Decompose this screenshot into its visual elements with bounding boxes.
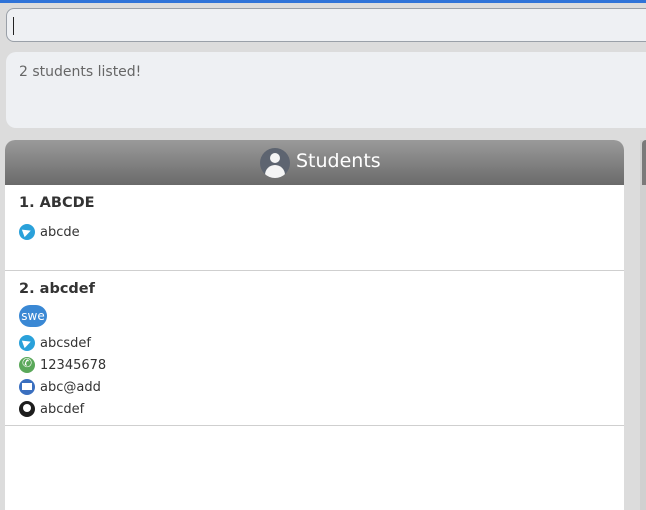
student-index: 2. [19,281,35,297]
github-icon [19,401,35,417]
student-index: 1. [19,195,35,211]
github-username: abcdef [40,401,85,417]
text-caret [13,17,14,35]
window-top-strip [0,0,646,3]
student-list-panel: Students 1. ABCDE abcde 2. abcdef swe ab… [5,140,624,510]
result-message: 2 students listed! [19,64,142,80]
tag-badge: swe [19,305,47,327]
email-row: abc@add [19,378,101,396]
github-row: abcdef [19,400,84,418]
right-panel-edge [640,140,646,510]
right-panel-header-edge [642,140,646,185]
result-display: 2 students listed! [6,52,646,128]
student-name-row: 2. abcdef [19,281,95,297]
email-address: abc@add [40,379,101,395]
student-card[interactable]: 2. abcdef swe abcsdef 12345678 abc@add a… [5,271,624,426]
telegram-row: abcde [19,223,80,241]
email-icon [19,379,35,395]
telegram-row: abcsdef [19,334,91,352]
telegram-icon [19,335,35,351]
telegram-icon [19,224,35,240]
panel-header: Students [5,140,624,185]
phone-icon [19,356,35,373]
student-name: ABCDE [39,195,95,211]
telegram-handle: abcde [40,224,80,240]
command-input[interactable] [6,8,646,42]
student-card[interactable]: 1. ABCDE abcde [5,185,624,271]
phone-row: 12345678 [19,356,106,374]
student-name-row: 1. ABCDE [19,195,95,211]
user-avatar-icon [260,148,290,178]
phone-number: 12345678 [40,357,107,373]
student-name: abcdef [39,281,95,297]
telegram-handle: abcsdef [40,335,91,351]
panel-title: Students [296,150,381,172]
